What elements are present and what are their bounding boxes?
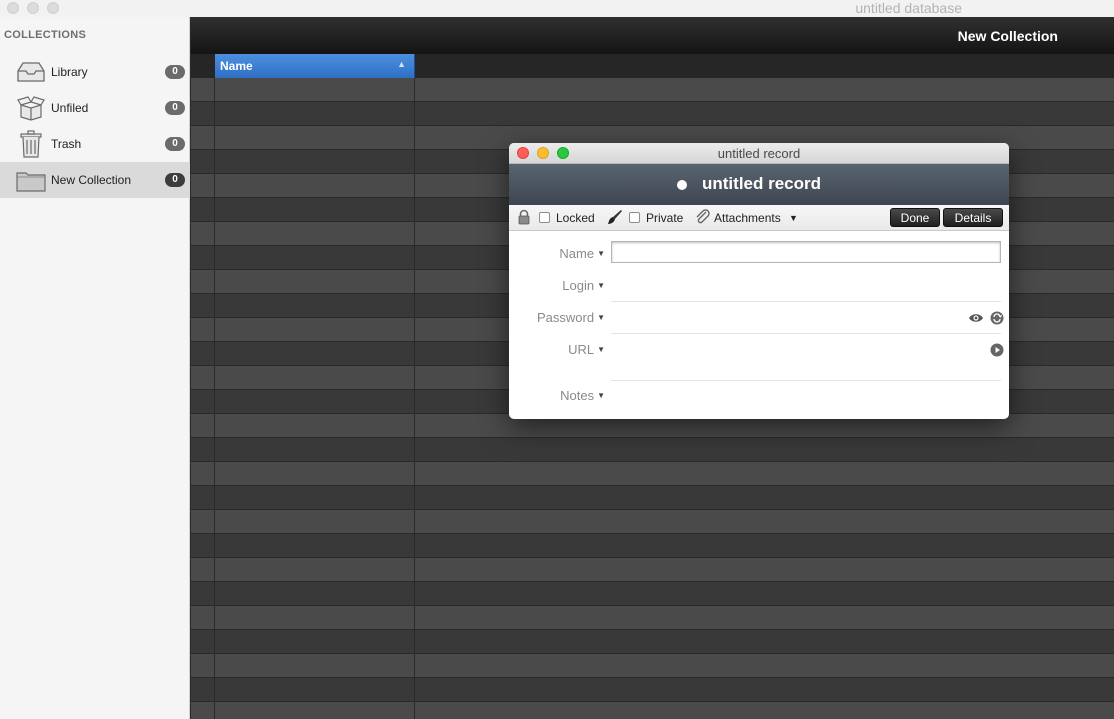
name-field[interactable] <box>611 241 1001 263</box>
dialog-title: untitled record <box>717 146 801 161</box>
private-label: Private <box>646 211 684 225</box>
login-field[interactable] <box>509 273 1009 299</box>
sidebar-item-trash[interactable]: Trash 0 <box>0 126 190 162</box>
record-toolbar: Locked Private Attachments ▼ Done Detail… <box>509 205 1009 231</box>
sidebar-item-unfiled[interactable]: Unfiled 0 <box>0 90 190 126</box>
main-titlebar: untitled database <box>0 0 1114 17</box>
window-title: untitled database <box>855 0 962 16</box>
paperclip-icon <box>696 209 710 224</box>
collections-header: COLLECTIONS <box>4 29 87 41</box>
dialog-titlebar[interactable]: untitled record <box>509 143 1009 164</box>
close-window-button[interactable] <box>7 2 19 14</box>
record-status-dot <box>677 180 687 190</box>
record-header: untitled record <box>509 164 1009 205</box>
private-checkbox[interactable] <box>629 212 640 223</box>
sidebar-item-library[interactable]: Library 0 <box>0 54 190 90</box>
attachments-menu[interactable]: Attachments <box>714 211 781 225</box>
table-row[interactable] <box>191 678 1114 702</box>
sidebar-item-label: Unfiled <box>51 101 89 115</box>
sort-ascending-icon: ▲ <box>397 59 406 69</box>
sidebar-item-label: Trash <box>51 137 82 151</box>
collection-header: New Collection <box>191 17 1114 54</box>
collection-title: New Collection <box>957 28 1058 44</box>
column-header-name[interactable]: Name ▲ <box>215 54 415 78</box>
details-button[interactable]: Details <box>943 208 1003 227</box>
table-row[interactable] <box>191 582 1114 606</box>
generate-password-icon[interactable] <box>990 311 1004 325</box>
table-row[interactable] <box>191 558 1114 582</box>
trash-icon <box>20 130 42 158</box>
record-dialog: untitled record untitled record Locked P… <box>509 143 1009 419</box>
table-row[interactable] <box>191 630 1114 654</box>
attachments-dropdown-icon[interactable]: ▼ <box>789 213 798 223</box>
count-badge: 0 <box>165 101 185 115</box>
table-row[interactable] <box>191 510 1114 534</box>
minimize-window-button[interactable] <box>27 2 39 14</box>
folder-icon <box>16 172 46 192</box>
table-row[interactable] <box>191 606 1114 630</box>
lock-icon <box>518 209 530 225</box>
sidebar: COLLECTIONS Library 0 Unfiled 0 Trash 0 <box>0 17 190 719</box>
sidebar-item-new-collection[interactable]: New Collection 0 <box>0 162 190 198</box>
sidebar-item-label: Library <box>51 65 88 79</box>
done-button[interactable]: Done <box>890 208 940 227</box>
table-row[interactable] <box>191 462 1114 486</box>
brush-icon <box>608 210 622 224</box>
zoom-window-button[interactable] <box>47 2 59 14</box>
table-row[interactable] <box>191 78 1114 102</box>
table-row[interactable] <box>191 534 1114 558</box>
sidebar-item-label: New Collection <box>51 173 132 187</box>
count-badge: 0 <box>165 137 185 151</box>
table-row[interactable] <box>191 654 1114 678</box>
column-divider <box>414 78 415 719</box>
open-url-icon[interactable] <box>990 343 1004 357</box>
field-label-text: Name <box>559 246 595 261</box>
name-field-label[interactable]: Name ▼ <box>559 246 605 261</box>
count-badge: 0 <box>165 65 185 79</box>
table-row[interactable] <box>191 702 1114 719</box>
open-box-icon <box>17 96 45 121</box>
locked-checkbox[interactable] <box>539 212 550 223</box>
record-name-title: untitled record <box>702 174 822 193</box>
column-header-row: Name ▲ <box>191 54 1114 78</box>
count-badge: 0 <box>165 173 185 187</box>
column-divider <box>214 78 215 719</box>
eye-icon[interactable] <box>968 311 984 325</box>
field-divider <box>611 301 1001 302</box>
field-divider <box>611 380 1001 381</box>
tray-icon <box>17 62 45 82</box>
table-row[interactable] <box>191 102 1114 126</box>
column-header-label: Name <box>220 59 253 73</box>
url-field[interactable] <box>509 337 1009 363</box>
password-field[interactable] <box>509 305 1009 331</box>
notes-field[interactable] <box>509 383 1009 417</box>
table-row[interactable] <box>191 486 1114 510</box>
chevron-down-icon: ▼ <box>597 249 605 258</box>
table-row[interactable] <box>191 438 1114 462</box>
field-divider <box>611 333 1001 334</box>
locked-label: Locked <box>556 211 595 225</box>
